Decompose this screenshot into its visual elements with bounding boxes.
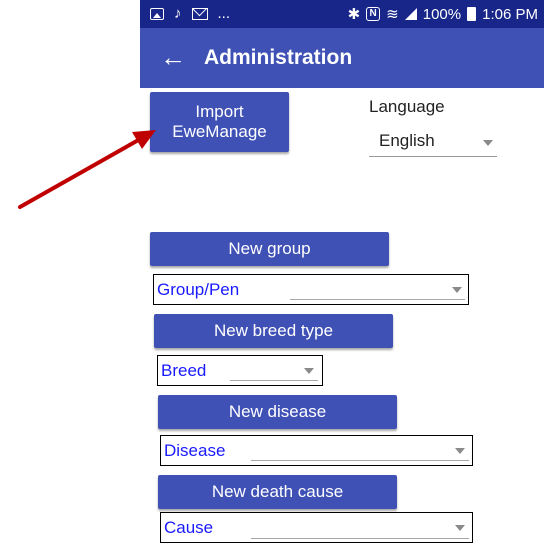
select-underline [251, 460, 469, 461]
chevron-down-icon [304, 368, 314, 374]
chevron-down-icon [455, 448, 465, 454]
new-group-button-label: New group [228, 239, 311, 258]
chevron-down-icon [455, 525, 465, 531]
group-pen-select[interactable]: Group/Pen [153, 274, 469, 305]
new-disease-button-label: New disease [228, 402, 327, 421]
new-disease-button[interactable]: New disease [158, 395, 397, 429]
new-death-cause-button-label: New death cause [211, 482, 344, 501]
group-pen-select-value: Group/Pen [157, 280, 240, 299]
cause-select[interactable]: Cause [160, 512, 473, 543]
new-death-cause-button[interactable]: New death cause [158, 475, 397, 509]
select-underline [251, 538, 469, 539]
select-underline [290, 299, 465, 300]
breed-select[interactable]: Breed [157, 355, 323, 386]
disease-select[interactable]: Disease [160, 435, 473, 466]
new-breed-type-button-label: New breed type [213, 321, 334, 340]
new-breed-type-button[interactable]: New breed type [154, 314, 393, 348]
breed-select-value: Breed [161, 361, 207, 380]
new-group-button[interactable]: New group [150, 232, 389, 266]
cause-select-value: Cause [164, 518, 214, 537]
chevron-down-icon [452, 287, 462, 293]
disease-select-value: Disease [164, 441, 226, 460]
select-underline [230, 380, 318, 381]
